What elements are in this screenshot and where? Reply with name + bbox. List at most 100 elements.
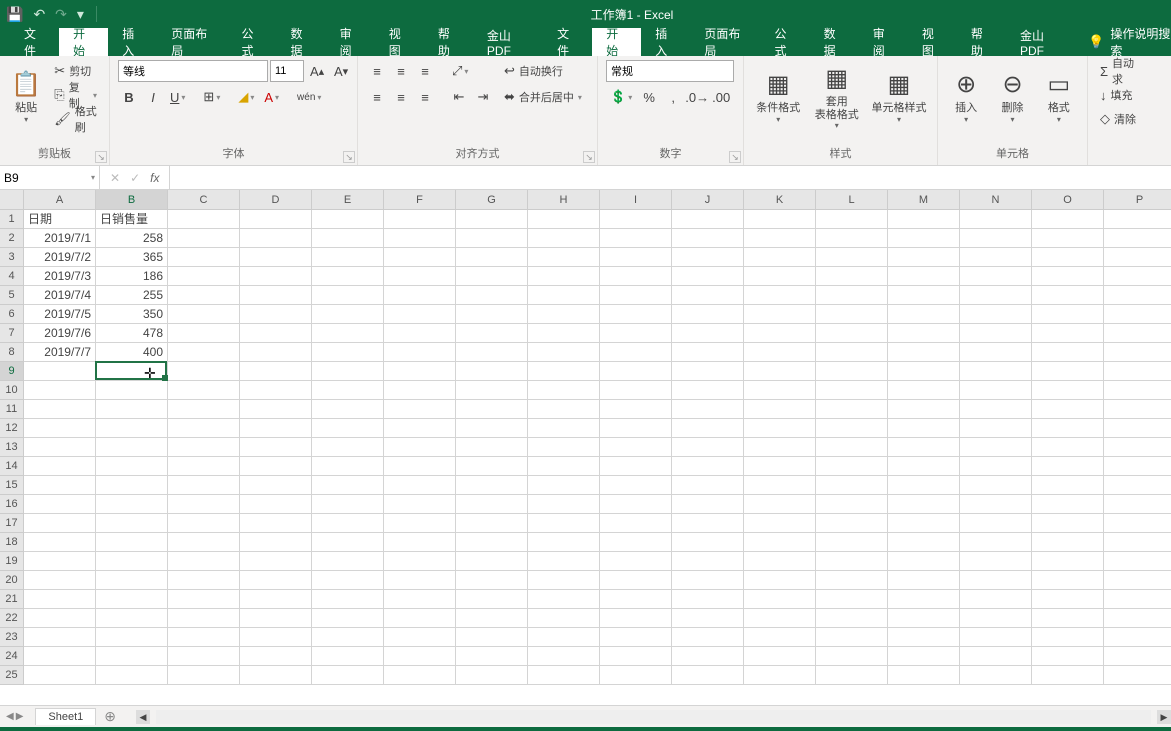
cell[interactable] bbox=[384, 419, 456, 438]
row-header[interactable]: 6 bbox=[0, 305, 24, 324]
cell[interactable] bbox=[240, 362, 312, 381]
cell[interactable] bbox=[1104, 343, 1171, 362]
cell[interactable] bbox=[600, 609, 672, 628]
cell[interactable] bbox=[168, 457, 240, 476]
cell[interactable] bbox=[312, 457, 384, 476]
cell[interactable] bbox=[528, 457, 600, 476]
cell[interactable] bbox=[96, 476, 168, 495]
cell[interactable] bbox=[744, 248, 816, 267]
cell[interactable] bbox=[1032, 381, 1104, 400]
cell[interactable] bbox=[168, 229, 240, 248]
cell[interactable] bbox=[600, 305, 672, 324]
cell[interactable] bbox=[816, 343, 888, 362]
cell[interactable] bbox=[528, 476, 600, 495]
row-header[interactable]: 17 bbox=[0, 514, 24, 533]
column-header[interactable]: N bbox=[960, 190, 1032, 210]
cell[interactable] bbox=[816, 666, 888, 685]
cell[interactable] bbox=[96, 666, 168, 685]
cell[interactable] bbox=[960, 609, 1032, 628]
cell[interactable] bbox=[240, 210, 312, 229]
cell[interactable] bbox=[1104, 476, 1171, 495]
column-header[interactable]: K bbox=[744, 190, 816, 210]
cell[interactable] bbox=[528, 400, 600, 419]
cell[interactable] bbox=[960, 381, 1032, 400]
column-header[interactable]: L bbox=[816, 190, 888, 210]
row-header[interactable]: 18 bbox=[0, 533, 24, 552]
cell[interactable] bbox=[672, 571, 744, 590]
cell[interactable] bbox=[24, 609, 96, 628]
cell[interactable] bbox=[888, 514, 960, 533]
cell[interactable] bbox=[312, 571, 384, 590]
ribbon-tab[interactable]: 审阅 bbox=[859, 28, 908, 56]
cell[interactable] bbox=[1104, 666, 1171, 685]
cell[interactable] bbox=[888, 229, 960, 248]
column-header[interactable]: M bbox=[888, 190, 960, 210]
cell[interactable] bbox=[96, 514, 168, 533]
cell[interactable] bbox=[1032, 609, 1104, 628]
enter-icon[interactable]: ✓ bbox=[130, 171, 140, 185]
cell[interactable] bbox=[960, 362, 1032, 381]
tab-金山PDF[interactable]: 金山PDF bbox=[473, 28, 543, 56]
align-middle-icon[interactable]: ≡ bbox=[390, 60, 412, 82]
cell[interactable] bbox=[816, 324, 888, 343]
cell[interactable] bbox=[240, 400, 312, 419]
cell[interactable] bbox=[960, 305, 1032, 324]
column-header[interactable]: F bbox=[384, 190, 456, 210]
cell[interactable] bbox=[1032, 476, 1104, 495]
cell[interactable] bbox=[456, 628, 528, 647]
cell[interactable] bbox=[960, 229, 1032, 248]
decrease-font-icon[interactable]: A▾ bbox=[330, 60, 352, 82]
cell[interactable] bbox=[1032, 533, 1104, 552]
font-size-input[interactable] bbox=[270, 60, 304, 82]
cell[interactable] bbox=[1032, 362, 1104, 381]
cell[interactable] bbox=[96, 457, 168, 476]
cell[interactable] bbox=[168, 476, 240, 495]
cell[interactable] bbox=[1032, 229, 1104, 248]
cell[interactable] bbox=[312, 552, 384, 571]
horizontal-scrollbar[interactable]: ◀ ▶ bbox=[136, 710, 1171, 724]
cell[interactable] bbox=[240, 419, 312, 438]
cell[interactable] bbox=[384, 248, 456, 267]
column-header[interactable]: G bbox=[456, 190, 528, 210]
cell[interactable] bbox=[1104, 305, 1171, 324]
cell[interactable] bbox=[672, 400, 744, 419]
cell[interactable] bbox=[528, 647, 600, 666]
number-format-select[interactable] bbox=[606, 60, 734, 82]
cell[interactable] bbox=[816, 419, 888, 438]
cell[interactable] bbox=[600, 495, 672, 514]
cell[interactable] bbox=[384, 533, 456, 552]
cell[interactable] bbox=[816, 400, 888, 419]
italic-button[interactable]: I bbox=[142, 86, 164, 108]
cell[interactable] bbox=[528, 495, 600, 514]
cell[interactable] bbox=[960, 571, 1032, 590]
cell[interactable] bbox=[240, 457, 312, 476]
cell[interactable] bbox=[312, 210, 384, 229]
select-all-corner[interactable] bbox=[0, 190, 24, 210]
cell[interactable] bbox=[1032, 419, 1104, 438]
cell[interactable] bbox=[384, 514, 456, 533]
autosum-button[interactable]: Σ自动求 bbox=[1096, 60, 1142, 82]
cell[interactable] bbox=[168, 286, 240, 305]
cell[interactable] bbox=[528, 362, 600, 381]
cell[interactable] bbox=[960, 267, 1032, 286]
dialog-launcher-icon[interactable]: ↘ bbox=[583, 151, 595, 163]
cell[interactable] bbox=[744, 286, 816, 305]
cell[interactable] bbox=[384, 495, 456, 514]
row-header[interactable]: 22 bbox=[0, 609, 24, 628]
cell[interactable] bbox=[1032, 324, 1104, 343]
cell[interactable] bbox=[24, 552, 96, 571]
cell[interactable] bbox=[672, 666, 744, 685]
cell[interactable] bbox=[672, 552, 744, 571]
cell[interactable]: 2019/7/4 bbox=[24, 286, 96, 305]
ribbon-tab[interactable]: 帮助 bbox=[957, 28, 1006, 56]
row-header[interactable]: 4 bbox=[0, 267, 24, 286]
cell[interactable] bbox=[816, 571, 888, 590]
cell[interactable] bbox=[1104, 248, 1171, 267]
cell[interactable] bbox=[528, 533, 600, 552]
row-header[interactable]: 13 bbox=[0, 438, 24, 457]
ribbon-tab[interactable]: 公式 bbox=[761, 28, 810, 56]
cell[interactable] bbox=[456, 210, 528, 229]
cell[interactable] bbox=[24, 476, 96, 495]
cell[interactable] bbox=[312, 590, 384, 609]
column-header[interactable]: H bbox=[528, 190, 600, 210]
